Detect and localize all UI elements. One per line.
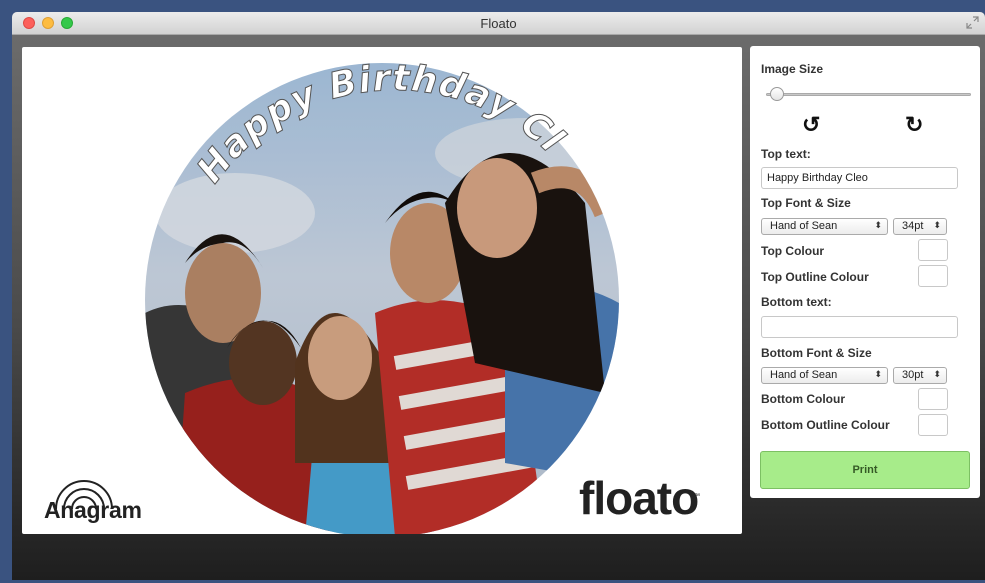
app-window: Floato Happy Birthday Cl Anagram floato … [12, 12, 985, 580]
bottom-outline-colour-swatch[interactable] [918, 414, 948, 436]
bottom-text-input[interactable] [761, 316, 958, 338]
bottom-size-select[interactable]: 30pt ⬍ [893, 367, 947, 384]
window-title: Floato [480, 16, 517, 31]
top-text-label: Top text: [761, 147, 811, 161]
image-size-label: Image Size [761, 62, 824, 76]
top-colour-swatch[interactable] [918, 239, 948, 261]
chevron-updown-icon: ⬍ [874, 220, 882, 230]
print-button[interactable]: Print [760, 451, 970, 489]
rotate-right-icon[interactable]: ↻ [905, 114, 923, 136]
top-size-value: 34pt [902, 220, 924, 232]
bottom-font-value: Hand of Sean [770, 369, 838, 381]
bottom-colour-label: Bottom Colour [761, 392, 845, 406]
bottom-font-size-label: Bottom Font & Size [761, 346, 872, 360]
image-size-slider-track[interactable] [766, 93, 971, 96]
bottom-outline-colour-label: Bottom Outline Colour [761, 418, 890, 432]
top-outline-colour-label: Top Outline Colour [761, 270, 869, 284]
chevron-updown-icon: ⬍ [933, 369, 941, 379]
top-colour-label: Top Colour [761, 244, 825, 258]
title-bar: Floato [12, 12, 985, 35]
image-size-slider-thumb[interactable] [769, 87, 784, 101]
fullscreen-icon[interactable] [966, 16, 979, 29]
top-text-input[interactable]: Happy Birthday Cleo [761, 167, 958, 189]
top-font-value: Hand of Sean [770, 220, 838, 232]
bottom-size-value: 30pt [902, 369, 924, 381]
svg-text:Happy Birthday Cleo: Happy Birthday Cleo [22, 47, 572, 190]
bottom-font-select[interactable]: Hand of Sean ⬍ [761, 367, 888, 384]
top-text-arc: Happy Birthday Cleo [22, 47, 572, 191]
chevron-updown-icon: ⬍ [874, 369, 882, 379]
chevron-updown-icon: ⬍ [933, 220, 941, 230]
top-font-size-label: Top Font & Size [761, 196, 851, 210]
bottom-colour-swatch[interactable] [918, 388, 948, 410]
top-size-select[interactable]: 34pt ⬍ [893, 218, 947, 235]
anagram-logo-text: Anagram [44, 497, 142, 523]
bottom-text-label: Bottom text: [761, 295, 832, 309]
floato-logo-text: floato [579, 472, 699, 524]
top-text-on-cake: Happy Birthday Cleo [22, 47, 571, 191]
top-outline-colour-swatch[interactable] [918, 265, 948, 287]
top-font-select[interactable]: Hand of Sean ⬍ [761, 218, 888, 235]
cake-preview-canvas: Happy Birthday Cleo Anagram floato ™ [22, 47, 742, 534]
rotate-left-icon[interactable]: ↺ [802, 114, 820, 136]
trademark-mark: ™ [693, 493, 700, 500]
settings-panel: Image Size ↺ ↻ Top text: Happy Birthday … [750, 46, 980, 498]
